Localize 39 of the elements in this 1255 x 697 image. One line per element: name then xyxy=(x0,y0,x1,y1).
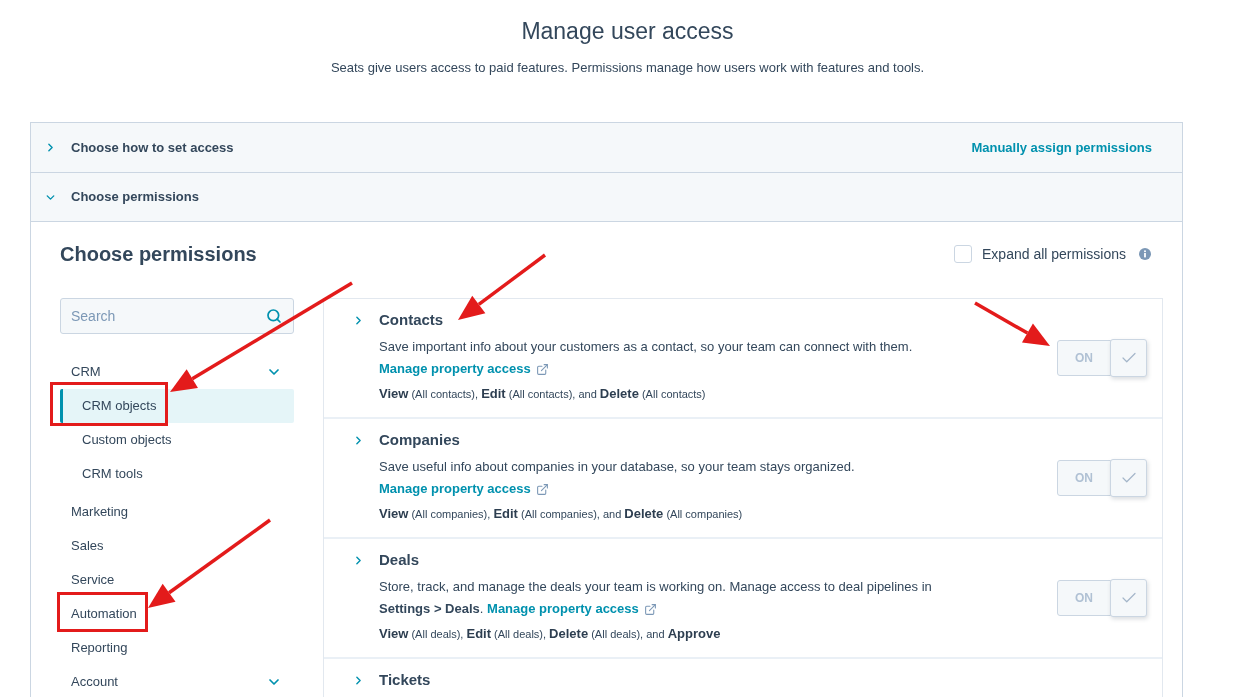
permission-description: Save useful info about companies in your database, so your team stays organized. Manage property access xyxy=(379,456,973,500)
nav-item[interactable]: Sales xyxy=(71,536,104,556)
nav-item[interactable]: CRM xyxy=(71,362,101,382)
page-subtitle: Seats give users access to paid features. Permissions manage how users work with features and tools. xyxy=(330,59,925,77)
nav-item[interactable]: Automation xyxy=(71,604,137,624)
nav-subitem[interactable]: CRM tools xyxy=(82,464,143,484)
nav-item[interactable]: Service xyxy=(71,570,115,590)
external-link-icon xyxy=(535,362,549,376)
search-icon xyxy=(266,308,282,324)
nav-subitem[interactable]: Custom objects xyxy=(82,430,172,450)
permission-summary: View (All contacts), Edit (All contacts), and Delete (All contacts) xyxy=(379,385,706,403)
permission-description: Store, track, and manage the deals your team is working on. Manage access to deal pipelines in Settings > Deals. Manage property access xyxy=(379,576,973,620)
external-link-icon xyxy=(643,602,657,616)
nav-item[interactable]: Marketing xyxy=(71,502,129,522)
search-field[interactable]: Search xyxy=(60,298,294,334)
permission-title[interactable]: Companies xyxy=(379,429,460,451)
permission-title[interactable]: Contacts xyxy=(379,309,444,331)
checkbox[interactable] xyxy=(954,245,973,263)
permission-title[interactable]: Tickets xyxy=(379,669,431,691)
property-access-link[interactable]: Manage property access xyxy=(379,358,549,380)
page-title: Manage user access xyxy=(521,17,734,45)
external-link-icon xyxy=(535,482,549,496)
nav-item[interactable]: Account xyxy=(71,672,118,692)
permission-summary: View (All companies), Edit (All companies), and Delete (All companies) xyxy=(379,505,743,523)
accordion-title: Choose permissions xyxy=(71,188,199,207)
accordion-header[interactable]: Choose how to set access Manually assign permissions xyxy=(31,123,1182,172)
section-heading: Choose permissions xyxy=(60,242,257,267)
permission-title[interactable]: Deals xyxy=(379,549,420,571)
nav-subitem[interactable]: CRM objects xyxy=(60,389,294,423)
property-access-link[interactable]: Manage property access xyxy=(487,598,657,620)
accordion-header[interactable]: Choose permissions xyxy=(31,172,1182,221)
permission-description: Save important info about your customers as a contact, so your team can connect with them. Manage property access xyxy=(379,336,973,380)
access-method-link[interactable]: Manually assign permissions xyxy=(971,137,1152,158)
info-icon xyxy=(1139,248,1151,260)
permission-summary: View (All deals), Edit (All deals), Delete (All deals), and Approve xyxy=(379,625,721,643)
property-access-link[interactable]: Manage property access xyxy=(379,478,549,500)
nav-item[interactable]: Reporting xyxy=(71,638,128,658)
checkbox-label: Expand all permissions xyxy=(982,244,1126,264)
accordion-title: Choose how to set access xyxy=(71,138,234,157)
